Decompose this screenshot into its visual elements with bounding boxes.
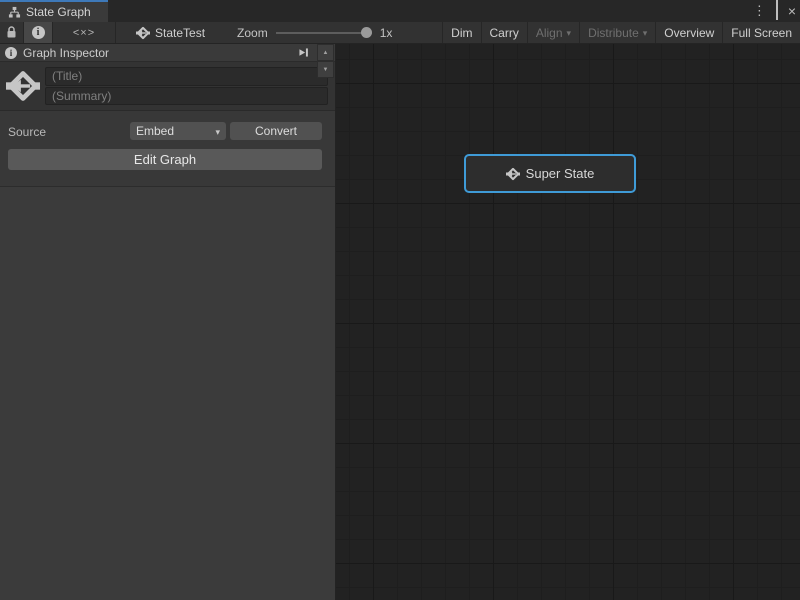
overview-button[interactable]: Overview (656, 22, 722, 43)
titlebar: State Graph ⋮ × (0, 0, 800, 22)
code-preview-button[interactable]: <×> (53, 22, 115, 43)
inspector-empty-area (0, 186, 335, 600)
source-dropdown[interactable]: Embed ▾ (130, 122, 226, 140)
panel-scroll-stepper: ▲ ▼ (317, 44, 334, 78)
scroll-down-button[interactable]: ▼ (317, 61, 334, 78)
graph-title-input[interactable] (45, 67, 328, 86)
source-label: Source (8, 125, 46, 139)
chevron-down-icon: ▾ (567, 28, 572, 39)
lock-button[interactable] (0, 22, 23, 43)
chevron-down-icon: ▾ (215, 127, 220, 138)
close-icon[interactable]: × (788, 0, 796, 22)
zoom-value: 1x (380, 26, 393, 40)
info-icon: i (5, 47, 17, 59)
inspector-toggle-button[interactable]: i (24, 22, 52, 43)
dock-panel-icon[interactable] (295, 45, 311, 60)
graph-toolbar: i <×> StateTest Zoom 1x Dim (0, 22, 800, 44)
graph-inspector-header: i Graph Inspector ▲ ▼ (0, 44, 335, 61)
graph-inspector-panel: i Graph Inspector ▲ ▼ Sourc (0, 44, 336, 600)
carry-button[interactable]: Carry (482, 22, 527, 43)
source-dropdown-value: Embed (136, 124, 174, 138)
dim-button[interactable]: Dim (443, 22, 480, 43)
graph-source-section: Source Embed ▾ Convert Edit Graph (0, 110, 335, 186)
window-controls: ⋮ × (753, 0, 796, 22)
state-machine-icon (506, 167, 520, 181)
zoom-slider-track (276, 32, 372, 34)
state-machine-icon (136, 26, 150, 40)
breadcrumb[interactable]: StateTest (126, 22, 215, 43)
tab-title: State Graph (26, 5, 91, 19)
super-state-node[interactable]: Super State (464, 154, 636, 193)
code-icon: <×> (73, 27, 95, 39)
scroll-up-button[interactable]: ▲ (317, 44, 334, 61)
state-machine-icon (5, 67, 41, 105)
zoom-control: Zoom 1x (237, 22, 392, 43)
distribute-button: Distribute ▾ (580, 22, 655, 43)
graph-tab-icon (8, 6, 21, 19)
zoom-slider[interactable] (276, 22, 372, 44)
zoom-slider-handle[interactable] (361, 27, 372, 38)
graph-info-section (0, 61, 335, 110)
lock-icon (6, 26, 17, 39)
info-icon: i (32, 26, 45, 39)
edit-graph-button[interactable]: Edit Graph (8, 149, 322, 170)
window-menu-icon[interactable]: ⋮ (753, 0, 766, 22)
toolbar-right-group: Dim Carry Align ▾ Distribute ▾ Overview (442, 22, 800, 43)
full-screen-button[interactable]: Full Screen (723, 22, 800, 43)
state-graph-window: State Graph ⋮ × i <×> (0, 0, 800, 600)
graph-inspector-title: Graph Inspector (23, 46, 109, 60)
graph-canvas[interactable]: Super State (336, 44, 800, 600)
breadcrumb-label: StateTest (155, 26, 205, 40)
node-label: Super State (526, 166, 595, 181)
toolbar-separator (115, 22, 116, 43)
align-button: Align ▾ (528, 22, 579, 43)
graph-summary-input[interactable] (45, 87, 328, 106)
chevron-down-icon: ▾ (643, 28, 648, 39)
tab-state-graph[interactable]: State Graph (0, 0, 108, 22)
convert-button[interactable]: Convert (230, 122, 322, 140)
zoom-label: Zoom (237, 26, 268, 40)
maximize-icon[interactable] (776, 2, 778, 20)
